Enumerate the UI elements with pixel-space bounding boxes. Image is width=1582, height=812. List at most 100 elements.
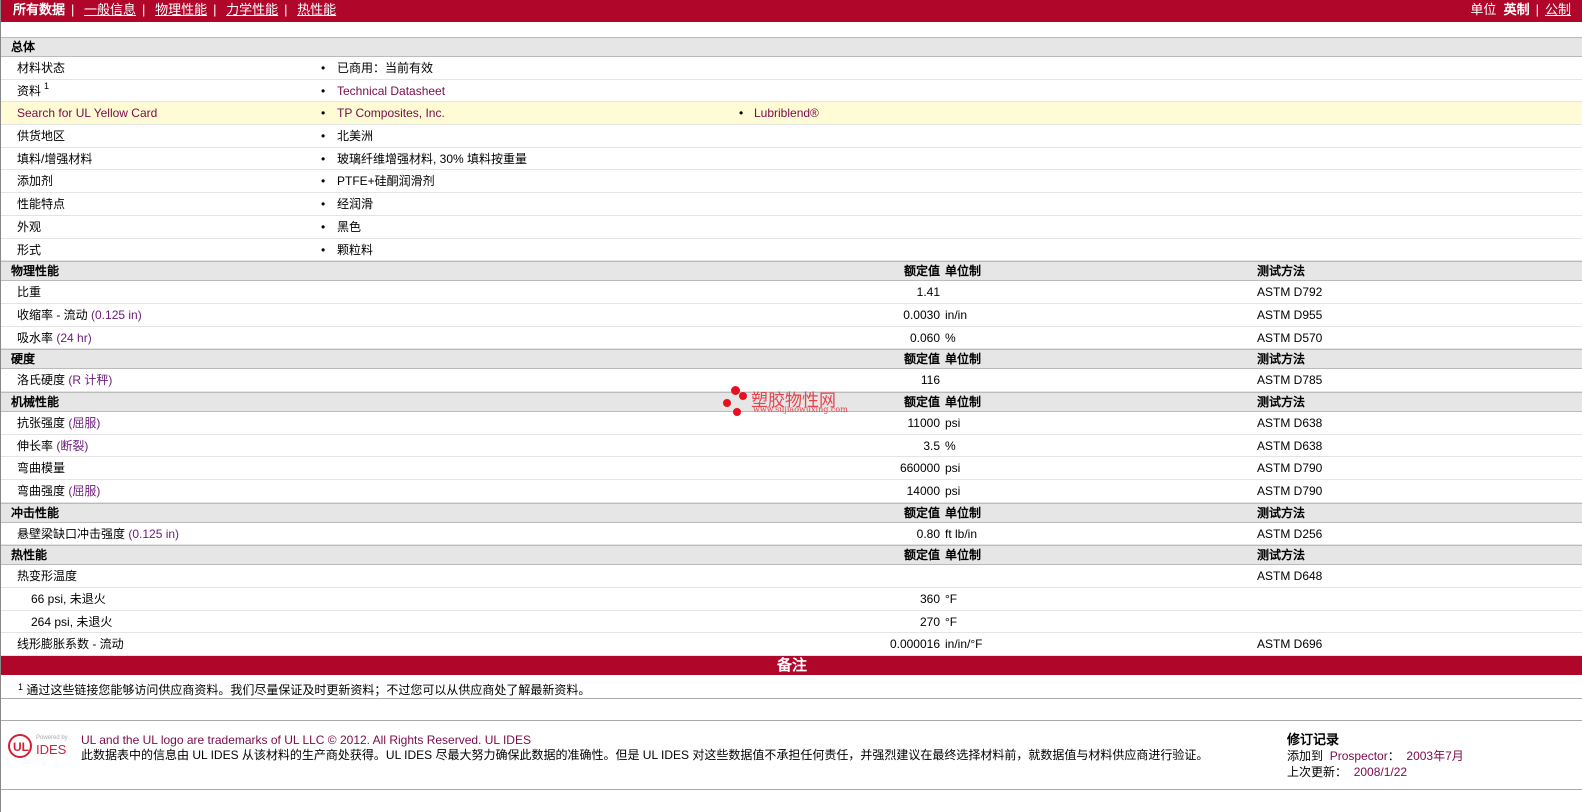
row-label: 添加剂 — [17, 174, 54, 189]
row-value[interactable]: TP Composites, Inc. — [337, 102, 445, 124]
row-value: PTFE+硅酮润滑剂 — [337, 174, 435, 189]
property-label: 热变形温度 — [17, 569, 78, 584]
table-row: 性能特点 • 经润滑 — [1, 193, 1582, 216]
property-condition: (0.125 in) — [128, 526, 180, 541]
svg-text:Powered by: Powered by — [36, 735, 68, 741]
table-row: 吸水率 (24 hr) 0.060% ASTM D570 — [1, 327, 1582, 350]
property-cell: 线形膨胀系数 - 流动 — [17, 633, 124, 655]
col-header-value: 额定值 — [903, 352, 940, 367]
property-value: 0.0030 — [903, 307, 940, 322]
bullet-icon: • — [321, 219, 326, 234]
table-row: 悬壁梁缺口冲击强度 (0.125 in) 0.80 ft lb/in ASTM D25… — [1, 523, 1582, 546]
test-method: ASTM D570 — [1257, 330, 1323, 345]
footnote: 1 通过这些链接您能够访问供应商资料。我们尽量保证及时更新资料；不过您可以从供应… — [15, 681, 590, 698]
prospector-link[interactable]: Prospector — [1330, 749, 1388, 763]
col-header-method: 测试方法 — [1257, 352, 1306, 367]
col-header-method: 测试方法 — [1257, 264, 1306, 279]
section-header-general: 总体 — [1, 37, 1582, 57]
nav-mechanical[interactable]: 力学性能 — [226, 2, 278, 17]
table-row: 外观 • 黑色 — [1, 216, 1582, 239]
divider — [1, 698, 1582, 699]
row-value: 颗粒料 — [337, 242, 374, 257]
bullet-icon: • — [321, 61, 326, 75]
property-unit: in/in — [945, 307, 968, 322]
test-method: ASTM D785 — [1257, 373, 1323, 388]
nav-thermal[interactable]: 热性能 — [297, 2, 336, 17]
table-row: 供货地区 • 北美洲 — [1, 125, 1582, 148]
table-row: 形式 • 颗粒料 — [1, 239, 1582, 262]
trademark-text: UL and the UL logo are trademarks of UL … — [81, 733, 482, 747]
row-value: 北美洲 — [337, 129, 374, 144]
property-condition: (屈服) — [68, 484, 101, 498]
col-header-value: 额定值 — [903, 505, 940, 520]
unit-english: 英制 — [1503, 2, 1530, 17]
bullet-icon: • — [321, 83, 326, 98]
row-label[interactable]: Search for UL Yellow Card — [17, 102, 157, 124]
unit-switch: 单位 英制 | 公制 — [1470, 2, 1571, 17]
col-header-unit: 单位制 — [945, 264, 982, 279]
bullet-icon: • — [739, 106, 744, 121]
property-label: 线形膨胀系数 - 流动 — [17, 637, 124, 652]
property-label: 伸长率 — [17, 438, 54, 453]
row-value[interactable]: Technical Datasheet — [337, 80, 445, 102]
table-row: 弯曲强度 (屈服) 14000 psi ASTM D790 — [1, 480, 1582, 503]
property-value: 660000 — [899, 461, 940, 476]
property-unit: ft lb/in — [945, 526, 978, 541]
table-row: 添加剂 • PTFE+硅酮润滑剂 — [1, 170, 1582, 194]
label-wrap: 资料 1 — [17, 80, 49, 102]
section-title: 物理性能 — [11, 264, 60, 279]
row-label: 外观 — [17, 219, 42, 234]
property-unit: psi — [945, 461, 961, 476]
footnote-number: 1 — [18, 682, 24, 692]
property-condition: (R 计秤) — [68, 373, 113, 388]
property-cell: 洛氏硬度 (R 计秤) — [17, 369, 112, 391]
row-value: 经润滑 — [337, 197, 374, 212]
property-unit: psi — [945, 484, 961, 498]
property-label: 悬壁梁缺口冲击强度 — [17, 526, 126, 541]
watermark: 塑胶物性网 www.sujiaowuxing.com — [723, 384, 863, 420]
table-row: 收缩率 - 流动 (0.125 in) 0.0030 in/in ASTM D955 — [1, 304, 1582, 327]
section-header: 硬度 额定值 单位制 测试方法 — [1, 349, 1582, 370]
table-row: 弯曲模量 660000 psi ASTM D790 — [1, 457, 1582, 480]
test-method: ASTM D638 — [1257, 438, 1323, 453]
property-cell: 吸水率 (24 hr) — [17, 327, 92, 349]
property-label: 264 psi, 未退火 — [31, 614, 113, 629]
nav-general[interactable]: 一般信息 — [84, 2, 136, 17]
added-label: 添加到 — [1287, 749, 1324, 763]
table-row: 比重 1.41 ASTM D792 — [1, 281, 1582, 304]
row-value: 黑色 — [337, 219, 362, 234]
ul-ides-link[interactable]: UL IDES — [485, 733, 531, 747]
property-cell: 264 psi, 未退火 — [31, 611, 112, 633]
nav-physical[interactable]: 物理性能 — [155, 2, 207, 17]
row-value: 已商用：当前有效 — [337, 61, 434, 75]
test-method: ASTM D790 — [1257, 484, 1323, 498]
property-value: 11000 — [907, 415, 940, 430]
property-condition: (断裂) — [56, 438, 89, 453]
unit-metric-link[interactable]: 公制 — [1545, 2, 1571, 17]
test-method: ASTM D648 — [1257, 569, 1323, 584]
row-value[interactable]: Lubriblend® — [754, 102, 819, 124]
table-row: 线形膨胀系数 - 流动 0.000016 in/in/°F ASTM D696 — [1, 633, 1582, 657]
table-row: 热变形温度 ASTM D648 — [1, 565, 1582, 589]
property-unit: °F — [945, 614, 958, 629]
disclaimer: 此数据表中的信息由 UL IDES 从该材料的生产商处获得。UL IDES 尽最… — [81, 748, 1209, 762]
row-label: 填料/增强材料 — [17, 151, 93, 166]
footnote-text: 通过这些链接您能够访问供应商资料。我们尽量保证及时更新资料；不过您可以从供应商处… — [26, 683, 591, 697]
col-header-value: 额定值 — [903, 394, 940, 409]
bullet-icon: • — [321, 197, 326, 212]
section-title: 硬度 — [11, 352, 36, 367]
test-method: ASTM D792 — [1257, 285, 1323, 300]
property-cell: 66 psi, 未退火 — [31, 588, 106, 610]
table-row: 材料状态 • 已商用：当前有效 — [1, 57, 1582, 80]
property-cell: 热变形温度 — [17, 565, 77, 587]
section-title: 总体 — [11, 40, 36, 54]
row-label: 材料状态 — [17, 61, 66, 75]
remarks-header: 备注 — [1, 656, 1582, 675]
table-row: 264 psi, 未退火 270 °F — [1, 611, 1582, 634]
row-label: 性能特点 — [17, 197, 66, 212]
nav-all-data[interactable]: 所有数据 — [13, 2, 65, 17]
property-value: 14000 — [906, 484, 940, 498]
ul-ides-logo: UL Powered by IDES — [8, 734, 68, 758]
property-condition: (24 hr) — [56, 330, 92, 345]
property-label: 收缩率 - 流动 — [17, 307, 88, 322]
